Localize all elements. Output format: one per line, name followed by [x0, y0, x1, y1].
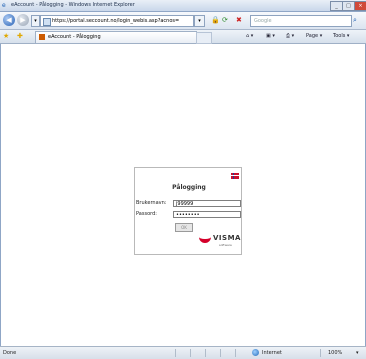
- refresh-icon[interactable]: ⟳: [222, 15, 228, 25]
- stop-icon[interactable]: ✖: [236, 15, 242, 25]
- back-button[interactable]: ◀: [3, 14, 15, 26]
- favorites-star-icon[interactable]: ★: [3, 32, 9, 41]
- search-input[interactable]: Google: [250, 15, 352, 27]
- tab-bar: ★ ✚ eAccount - Pålogging ⌂ ▾ ▣ ▾ ⎙ ▾ Pag…: [0, 30, 366, 44]
- search-placeholder: Google: [254, 18, 272, 24]
- navigation-bar: ◀ ▶ ▾ https://portal.seccount.no/login_w…: [0, 12, 366, 30]
- password-label: Passord:: [136, 211, 157, 217]
- status-bar: Done Internet 100% ▾: [0, 346, 366, 359]
- internet-zone-icon[interactable]: [252, 349, 259, 356]
- language-flag-icon[interactable]: [231, 173, 239, 179]
- status-divider: [205, 349, 206, 357]
- status-divider: [175, 349, 176, 357]
- status-divider: [190, 349, 191, 357]
- status-divider: [235, 349, 236, 357]
- print-icon[interactable]: ⎙ ▾: [286, 32, 294, 41]
- tab-favicon-icon: [39, 34, 45, 40]
- visma-logo-subtext: software: [219, 243, 232, 247]
- window-titlebar: e eAccount - Pålogging - Windows Interne…: [0, 0, 366, 12]
- address-url[interactable]: https://portal.seccount.no/login_webis.a…: [52, 17, 187, 25]
- visma-logo: VISMA software: [199, 234, 243, 248]
- page-content: Pålogging Brukernavn: j99999 Passord: ••…: [0, 44, 366, 346]
- address-bar[interactable]: https://portal.seccount.no/login_webis.a…: [40, 15, 194, 27]
- tab-eaccount[interactable]: eAccount - Pålogging: [35, 31, 197, 43]
- security-zone-label[interactable]: Internet: [262, 349, 282, 357]
- search-icon[interactable]: ⌕: [353, 15, 357, 25]
- status-divider: [220, 349, 221, 357]
- visma-logo-text: VISMA: [213, 234, 241, 242]
- login-panel: Pålogging Brukernavn: j99999 Passord: ••…: [134, 167, 242, 255]
- ok-button[interactable]: OK: [175, 223, 193, 232]
- home-icon[interactable]: ⌂ ▾: [246, 32, 253, 41]
- status-divider: [320, 349, 321, 357]
- status-text: Done: [3, 350, 17, 356]
- username-input[interactable]: j99999: [173, 200, 241, 207]
- forward-button[interactable]: ▶: [17, 14, 29, 26]
- username-label: Brukernavn:: [136, 200, 167, 206]
- page-menu[interactable]: Page ▾: [306, 32, 322, 41]
- visma-logo-mark-icon: [199, 235, 211, 243]
- login-title: Pålogging: [172, 184, 206, 191]
- ie-icon: e: [2, 2, 6, 9]
- new-tab-button[interactable]: [196, 32, 212, 44]
- zoom-dropdown-icon[interactable]: ▾: [356, 349, 359, 357]
- window-title: eAccount - Pålogging - Windows Internet …: [11, 2, 135, 8]
- add-favorites-icon[interactable]: ✚: [17, 32, 23, 41]
- page-favicon-icon: [43, 18, 51, 26]
- tools-menu[interactable]: Tools ▾: [333, 32, 349, 41]
- zoom-level[interactable]: 100%: [328, 349, 342, 357]
- security-lock-icon[interactable]: 🔒: [211, 15, 220, 25]
- close-button[interactable]: ×: [354, 1, 366, 11]
- address-dropdown-icon[interactable]: ▾: [194, 15, 205, 27]
- recent-pages-dropdown-icon[interactable]: ▾: [31, 15, 40, 27]
- feeds-icon[interactable]: ▣ ▾: [266, 32, 275, 41]
- password-input[interactable]: ••••••••: [173, 211, 241, 218]
- tab-label: eAccount - Pålogging: [48, 34, 101, 40]
